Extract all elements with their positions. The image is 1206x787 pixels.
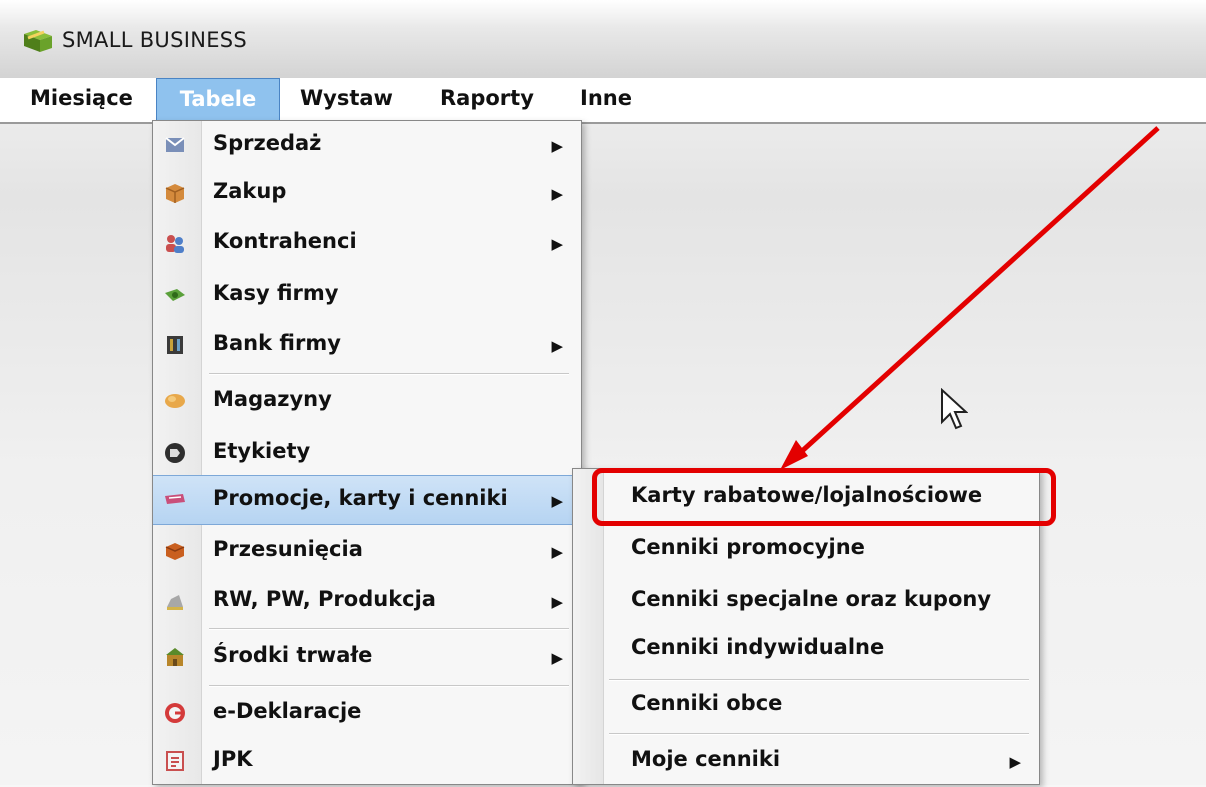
fixed-assets-icon (166, 648, 184, 666)
app-title: SMALL BUSINESS (62, 28, 248, 52)
menu-item-label: Etykiety (213, 439, 311, 463)
submenu-item-cenniki-specjalne[interactable]: Cenniki specjalne oraz kupony (573, 577, 1039, 627)
menu-item-magazyny[interactable]: Magazyny (153, 377, 581, 427)
menu-item-label: e-Deklaracje (213, 699, 362, 723)
menu-item-etykiety[interactable]: Etykiety (153, 429, 581, 479)
production-icon (167, 595, 183, 610)
menu-item-label: Zakup (213, 179, 287, 203)
submenu-separator (609, 733, 1029, 735)
annotation-highlight-box (592, 468, 1056, 526)
transfer-icon (165, 543, 185, 560)
menu-item-label: Kontrahenci (213, 229, 357, 253)
mouse-cursor-icon (941, 388, 968, 430)
menu-bar: Miesiące Tabele Wystaw Raporty Inne (0, 78, 1206, 124)
menu-item-zakup[interactable]: Zakup ▶ (153, 169, 581, 219)
submenu-item-cenniki-promocyjne[interactable]: Cenniki promocyjne (573, 525, 1039, 575)
menu-inne-label: Inne (580, 86, 632, 110)
submenu-arrow-icon: ▶ (551, 649, 563, 667)
menu-item-e-deklaracje[interactable]: e-Deklaracje (153, 689, 581, 739)
submenu-item-label: Cenniki obce (631, 691, 783, 715)
submenu-item-cenniki-obce[interactable]: Cenniki obce (573, 681, 1039, 731)
menu-item-srodki-trwale[interactable]: Środki trwałe ▶ (153, 633, 581, 683)
menu-item-kasy-firmy[interactable]: Kasy firmy (153, 271, 581, 321)
cash-icon (165, 289, 185, 301)
submenu-item-label: Cenniki promocyjne (631, 535, 865, 559)
submenu-arrow-icon: ▶ (1009, 753, 1021, 771)
label-icon (165, 443, 185, 463)
menu-item-bank-firmy[interactable]: Bank firmy ▶ (153, 321, 581, 371)
title-bar: SMALL BUSINESS (0, 0, 1206, 78)
submenu-item-label: Moje cenniki (631, 747, 781, 771)
warehouse-icon (165, 394, 185, 408)
bank-icon (167, 336, 183, 354)
submenu-arrow-icon: ▶ (551, 593, 563, 611)
menu-tabele-label: Tabele (179, 87, 257, 111)
menu-item-label: Kasy firmy (213, 281, 339, 305)
submenu-item-label: Cenniki specjalne oraz kupony (631, 587, 992, 611)
menu-wystaw[interactable]: Wystaw (300, 78, 393, 122)
menu-item-label: RW, PW, Produkcja (213, 587, 436, 611)
submenu-item-cenniki-indywidualne[interactable]: Cenniki indywidualne (573, 625, 1039, 675)
menu-tabele[interactable]: Tabele (156, 78, 280, 122)
menu-item-jpk[interactable]: JPK (153, 737, 581, 787)
menu-separator (209, 628, 569, 630)
menu-miesiace-label: Miesiące (30, 86, 133, 110)
menu-item-label: Przesunięcia (213, 537, 363, 561)
menu-raporty[interactable]: Raporty (440, 78, 534, 122)
jpk-icon (166, 751, 184, 771)
e-declarations-icon (165, 703, 185, 723)
menu-item-label: Środki trwałe (213, 643, 373, 667)
app-logo-icon (24, 30, 52, 52)
submenu-arrow-icon: ▶ (551, 137, 563, 155)
submenu-item-label: Cenniki indywidualne (631, 635, 885, 659)
menu-separator (209, 685, 569, 687)
menu-item-label: Magazyny (213, 387, 332, 411)
submenu-arrow-icon: ▶ (551, 337, 563, 355)
submenu-arrow-icon: ▶ (551, 185, 563, 203)
menu-inne[interactable]: Inne (580, 78, 632, 122)
menu-item-label: Bank firmy (213, 331, 341, 355)
submenu-arrow-icon: ▶ (551, 492, 563, 510)
menu-item-sprzedaz[interactable]: Sprzedaż ▶ (153, 121, 581, 171)
contacts-icon (166, 235, 184, 253)
submenu-arrow-icon: ▶ (551, 543, 563, 561)
package-icon (165, 184, 185, 203)
menu-item-label: Promocje, karty i cenniki (213, 486, 508, 510)
menu-miesiace[interactable]: Miesiące (30, 78, 133, 122)
tabele-dropdown: Sprzedaż ▶ Zakup ▶ Kontrahenci ▶ Kasy fi… (152, 120, 582, 785)
menu-item-przesuniecia[interactable]: Przesunięcia ▶ (153, 527, 581, 577)
menu-separator (209, 373, 569, 375)
submenu-item-moje-cenniki[interactable]: Moje cenniki ▶ (573, 737, 1039, 787)
menu-item-kontrahenci[interactable]: Kontrahenci ▶ (153, 219, 581, 269)
submenu-arrow-icon: ▶ (551, 235, 563, 253)
menu-item-label: JPK (213, 747, 253, 771)
menu-wystaw-label: Wystaw (300, 86, 393, 110)
menu-item-label: Sprzedaż (213, 131, 322, 155)
promotions-icon (165, 494, 185, 504)
menu-raporty-label: Raporty (440, 86, 534, 110)
sales-icon (165, 137, 185, 152)
menu-item-rw-pw-produkcja[interactable]: RW, PW, Produkcja ▶ (153, 577, 581, 627)
menu-item-promocje-karty-cenniki[interactable]: Promocje, karty i cenniki ▶ (153, 475, 581, 525)
